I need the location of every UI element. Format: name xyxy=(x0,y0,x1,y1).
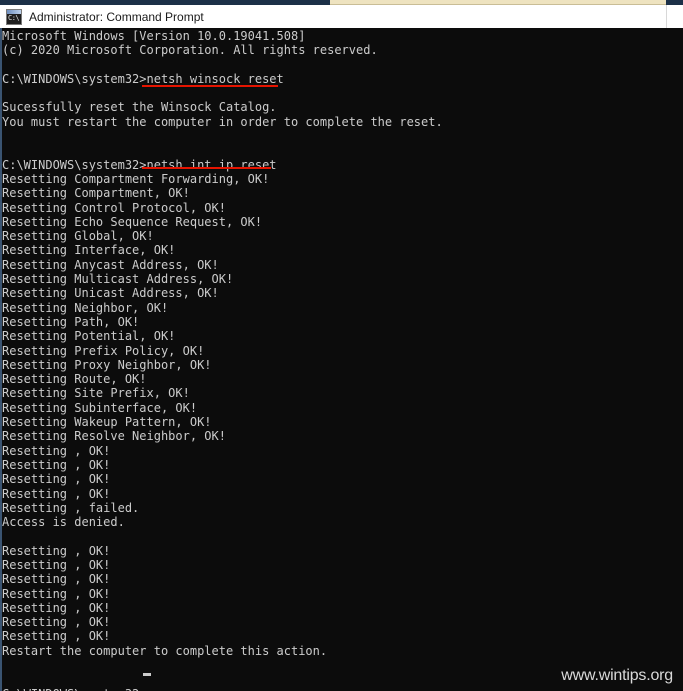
console-line: Resetting Interface, OK! xyxy=(2,243,176,258)
highlight-underline-netsh-winsock-reset xyxy=(142,85,278,87)
console-line: (c) 2020 Microsoft Corporation. All righ… xyxy=(2,43,378,58)
console-line: C:\WINDOWS\system32> xyxy=(2,687,443,691)
console-line: Resetting Site Prefix, OK! xyxy=(2,386,190,401)
console-line: Resetting Potential, OK! xyxy=(2,329,176,344)
console-line: Resetting Path, OK! xyxy=(2,314,140,329)
console-line: Resetting Prefix Policy, OK! xyxy=(2,343,205,358)
console-output-area[interactable]: Microsoft Windows [Version 10.0.19041.50… xyxy=(0,28,683,691)
window-titlebar[interactable]: C:\ Administrator: Command Prompt xyxy=(0,5,683,28)
highlight-underline-netsh-int-ip-reset xyxy=(142,167,271,169)
console-line: Resetting Multicast Address, OK! xyxy=(2,272,234,287)
console-line: Resetting Subinterface, OK! xyxy=(2,400,198,415)
console-line: Resetting , OK! xyxy=(2,443,111,458)
console-line: Resetting Neighbor, OK! xyxy=(2,300,169,315)
console-line: Resetting , OK! xyxy=(2,600,111,615)
console-line: Resetting , OK! xyxy=(2,543,111,558)
console-line: Resetting Echo Sequence Request, OK! xyxy=(2,214,263,229)
console-line: Resetting Wakeup Pattern, OK! xyxy=(2,415,212,430)
console-line: Resetting Resolve Neighbor, OK! xyxy=(2,429,226,444)
console-line: Resetting , failed. xyxy=(2,500,140,515)
console-line: Resetting Proxy Neighbor, OK! xyxy=(2,357,212,372)
console-line: Resetting , OK! xyxy=(2,457,111,472)
console-cursor xyxy=(143,673,151,676)
command-prompt-icon-glyph: C:\ xyxy=(8,13,20,22)
console-line: Resetting , OK! xyxy=(2,486,111,501)
console-line: Resetting Global, OK! xyxy=(2,229,154,244)
screenshot-root: C:\ Administrator: Command Prompt Micros… xyxy=(0,0,683,691)
console-line: C:\WINDOWS\system32>netsh int ip reset xyxy=(2,157,277,172)
console-text-block: Microsoft Windows [Version 10.0.19041.50… xyxy=(2,29,443,691)
console-line: Sucessfully reset the Winsock Catalog. xyxy=(2,100,277,115)
console-line: Resetting Compartment Forwarding, OK! xyxy=(2,171,270,186)
console-line: Resetting , OK! xyxy=(2,572,111,587)
console-line: Resetting , OK! xyxy=(2,615,111,630)
console-line: You must restart the computer in order t… xyxy=(2,114,443,129)
console-line: Resetting Compartment, OK! xyxy=(2,186,190,201)
window-title: Administrator: Command Prompt xyxy=(29,9,204,24)
command-prompt-icon: C:\ xyxy=(6,8,22,25)
window-titlebar-right-edge xyxy=(666,5,683,28)
console-line: Resetting , OK! xyxy=(2,629,111,644)
console-line: Microsoft Windows [Version 10.0.19041.50… xyxy=(2,29,306,43)
console-line: Restart the computer to complete this ac… xyxy=(2,643,328,658)
console-line: Resetting Control Protocol, OK! xyxy=(2,200,226,215)
console-line: Resetting , OK! xyxy=(2,557,111,572)
console-line: Resetting , OK! xyxy=(2,472,111,487)
watermark: www.wintips.org xyxy=(561,667,673,684)
console-line: Resetting Unicast Address, OK! xyxy=(2,286,219,301)
console-line: Access is denied. xyxy=(2,515,125,530)
console-line: Resetting , OK! xyxy=(2,586,111,601)
console-line: Resetting Route, OK! xyxy=(2,372,147,387)
console-line: Resetting Anycast Address, OK! xyxy=(2,257,219,272)
